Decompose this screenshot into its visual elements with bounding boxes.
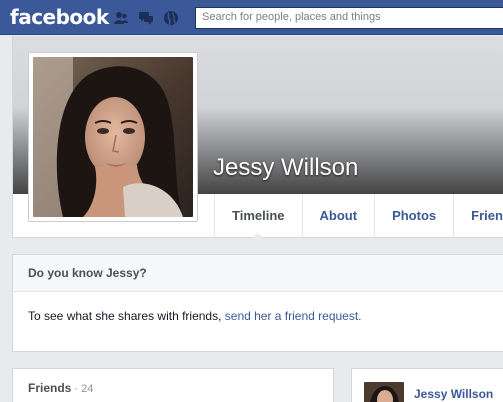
friends-panel: Friends · 24 xyxy=(12,368,334,402)
do-you-know-text: To see what she shares with friends, xyxy=(28,309,225,323)
profile-name[interactable]: Jessy Willson xyxy=(213,154,358,182)
profile-photo-image xyxy=(33,57,193,217)
friend-request-link[interactable]: send her a friend request. xyxy=(225,309,362,323)
friends-count: · 24 xyxy=(71,383,94,395)
mini-avatar[interactable] xyxy=(364,382,404,402)
do-you-know-panel: Do you know Jessy? To see what she share… xyxy=(12,254,503,352)
friend-requests-icon[interactable] xyxy=(113,10,129,26)
mini-profile-name[interactable]: Jessy Willson xyxy=(414,387,493,401)
mini-avatar-image xyxy=(364,382,404,402)
tab-timeline[interactable]: Timeline xyxy=(214,194,302,239)
do-you-know-body: To see what she shares with friends, sen… xyxy=(13,292,503,340)
tab-about[interactable]: About xyxy=(301,194,375,238)
tab-friends[interactable]: Frien xyxy=(453,194,503,238)
friends-header[interactable]: Friends · 24 xyxy=(13,369,333,395)
messages-icon[interactable] xyxy=(138,10,154,26)
facebook-logo[interactable]: facebook xyxy=(10,5,109,29)
tab-photos[interactable]: Photos xyxy=(374,194,453,238)
top-navigation-bar: facebook Search for people, places and t… xyxy=(0,0,503,35)
profile-tabs: Timeline About Photos Frien xyxy=(214,194,503,239)
profile-picture[interactable] xyxy=(28,52,198,222)
friends-label[interactable]: Friends xyxy=(28,381,71,395)
mini-profile-panel: Jessy Willson xyxy=(351,368,503,402)
profile-header: Jessy Willson Timeline About Photos Frie… xyxy=(12,36,503,239)
notifications-globe-icon[interactable] xyxy=(163,10,179,26)
do-you-know-title: Do you know Jessy? xyxy=(13,255,503,292)
search-input[interactable]: Search for people, places and things xyxy=(195,7,503,29)
